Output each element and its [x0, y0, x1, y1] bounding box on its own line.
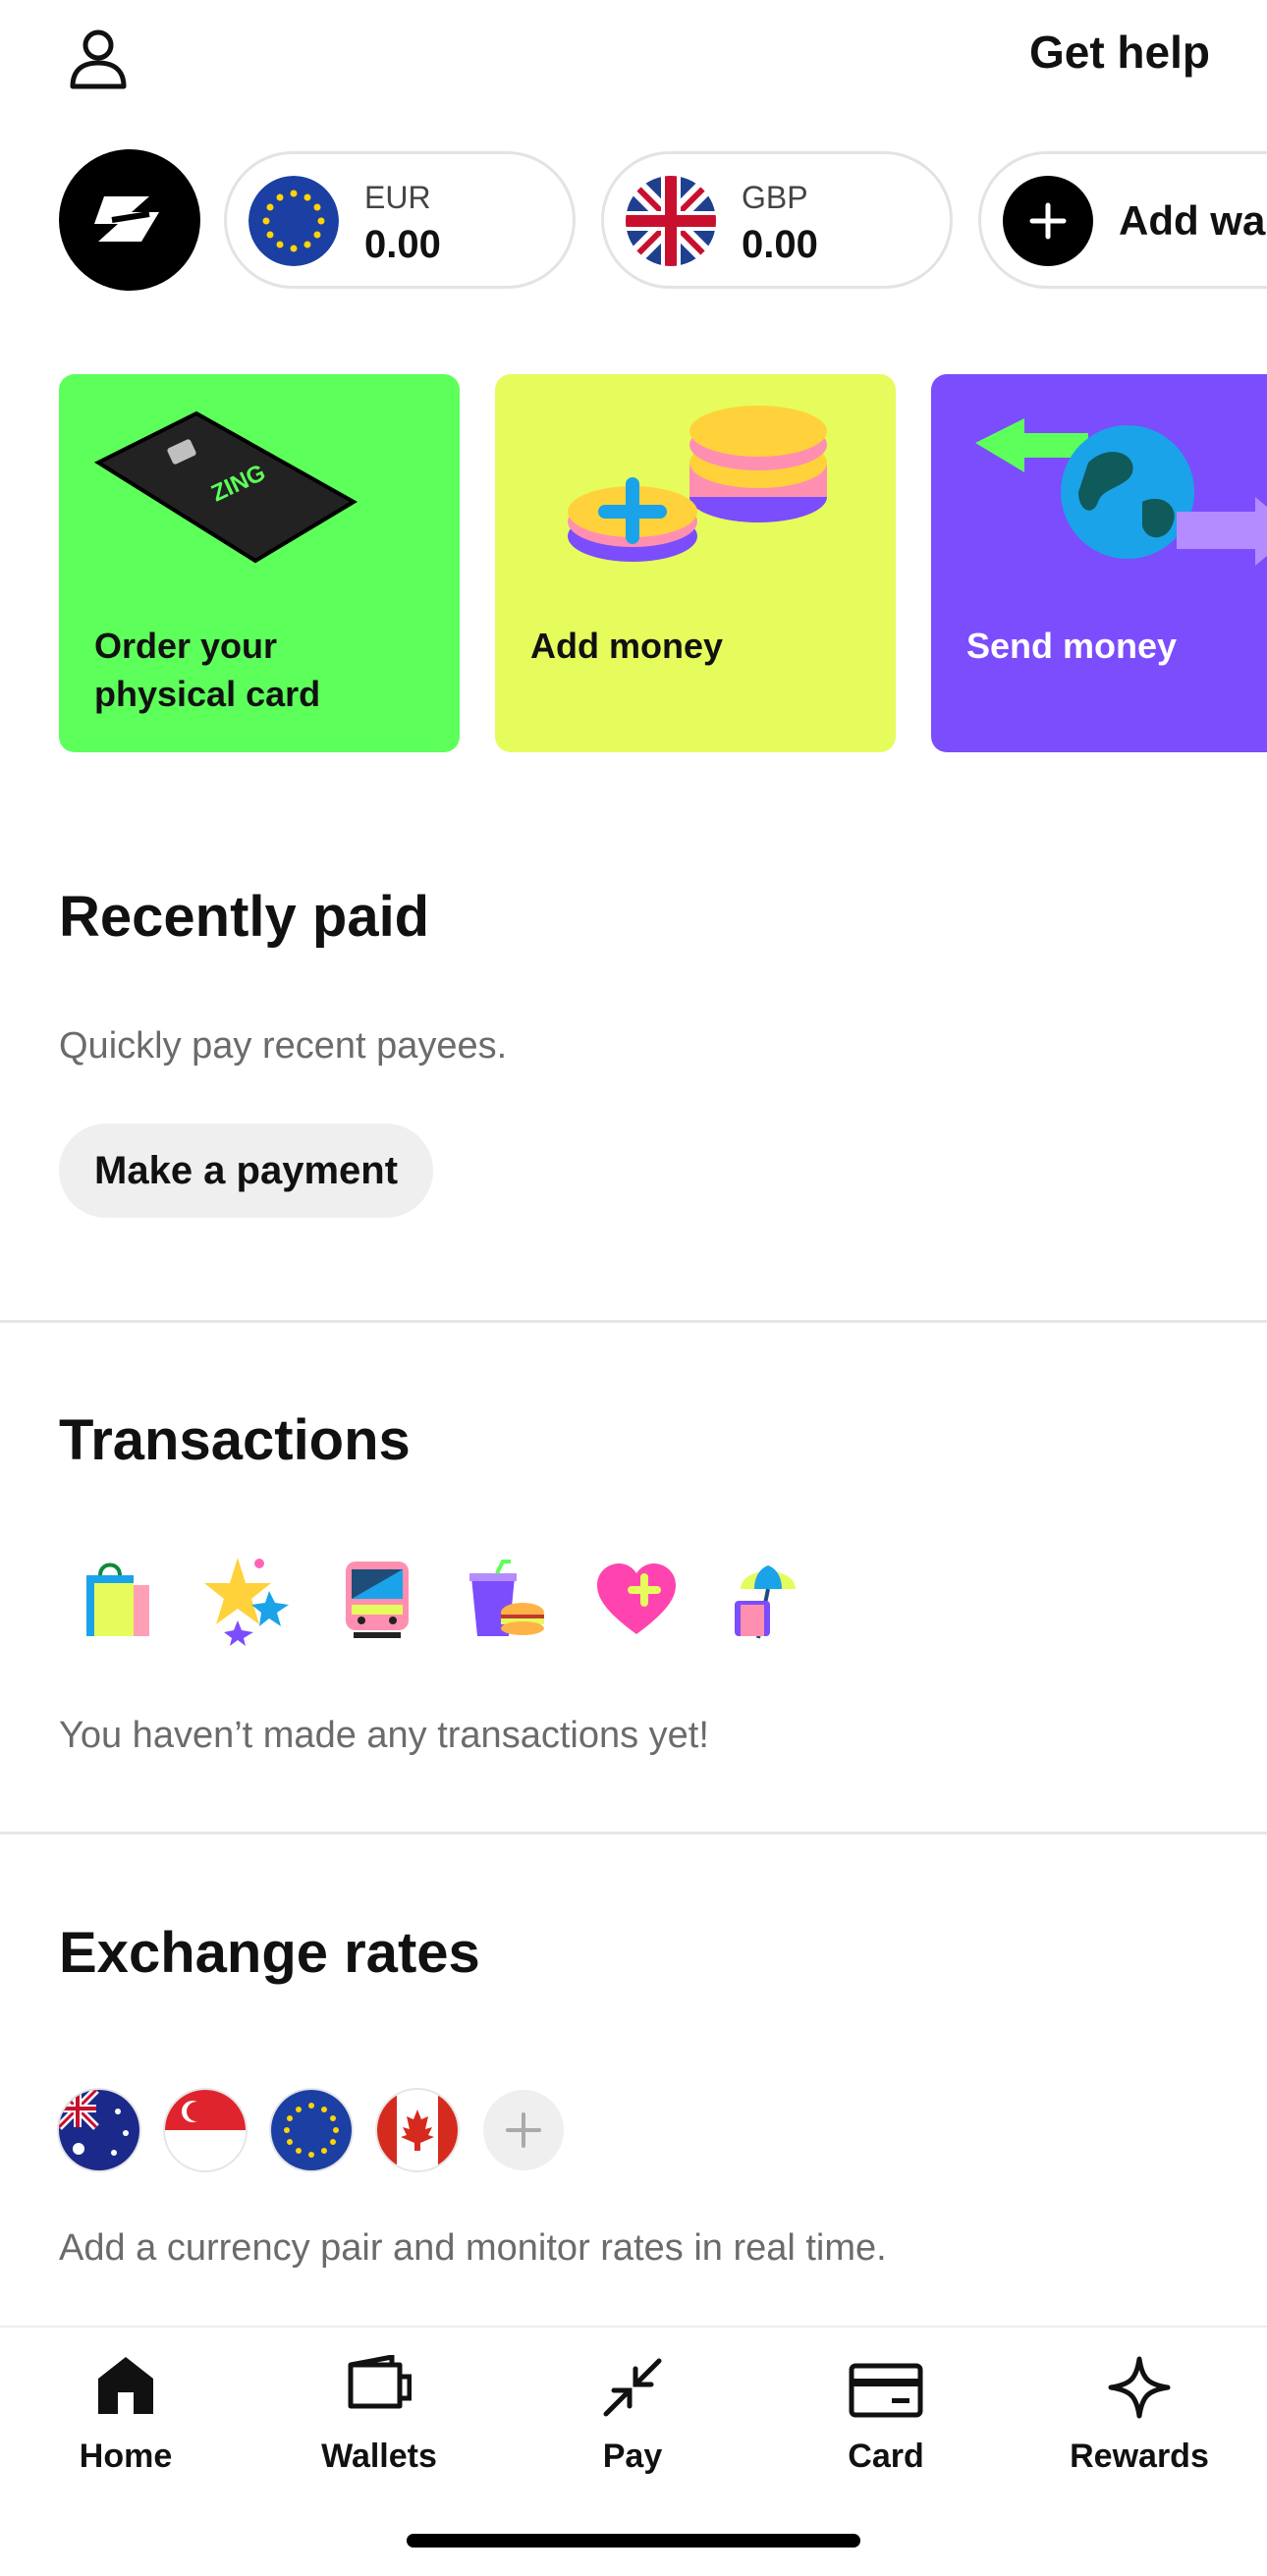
make-payment-button[interactable]: Make a payment	[59, 1124, 434, 1218]
exchange-rates-heading: Exchange rates	[59, 1921, 480, 1985]
wallet-eur[interactable]: EUR 0.00	[224, 151, 576, 289]
wallet-balance: 0.00	[364, 223, 441, 266]
beach-luggage-icon	[731, 1556, 805, 1640]
uk-flag-icon	[626, 176, 716, 266]
pay-arrows-icon	[534, 2355, 731, 2430]
singapore-flag-icon[interactable]	[165, 2090, 246, 2170]
wallet-currency-code: GBP	[742, 180, 808, 215]
shopping-bags-icon	[81, 1556, 155, 1640]
physical-card-illustration: ZING	[93, 411, 358, 564]
zing-logo-icon	[94, 196, 159, 242]
canada-flag-icon[interactable]	[377, 2090, 458, 2170]
exchange-rates-description: Add a currency pair and monitor rates in…	[59, 2227, 887, 2269]
plus-icon	[506, 2112, 541, 2148]
send-money-title: Send money	[966, 626, 1178, 666]
nav-wallets[interactable]: Wallets	[281, 2353, 477, 2476]
zing-logo[interactable]	[59, 149, 200, 291]
globe-arrows-illustration	[975, 418, 1267, 566]
wallet-balance: 0.00	[742, 223, 818, 266]
order-card-title: Order your physical card	[94, 626, 321, 714]
australia-flag-icon[interactable]	[59, 2090, 139, 2170]
nav-card-label: Card	[848, 2438, 924, 2475]
add-wallet-label: Add wallet	[1119, 197, 1267, 244]
person-icon	[70, 29, 127, 89]
transactions-empty-text: You haven’t made any transactions yet!	[59, 1715, 709, 1756]
add-money-title: Add money	[530, 626, 724, 666]
eu-flag-icon	[248, 176, 339, 266]
transactions-heading: Transactions	[59, 1408, 411, 1472]
wallet-currency-code: EUR	[364, 180, 431, 215]
recently-paid-heading: Recently paid	[59, 885, 430, 949]
home-icon	[28, 2355, 224, 2430]
nav-rewards-label: Rewards	[1070, 2438, 1209, 2475]
get-help-link[interactable]: Get help	[1029, 26, 1210, 79]
train-icon	[344, 1560, 411, 1640]
nav-pay[interactable]: Pay	[534, 2355, 731, 2476]
plus-icon	[1003, 176, 1093, 266]
wallet-gbp[interactable]: GBP 0.00	[601, 151, 953, 289]
add-money-tile[interactable]: Add money	[495, 374, 896, 752]
add-currency-pair-button[interactable]	[483, 2090, 564, 2170]
promo-cards-row: ZING Order your physical card Add money …	[0, 374, 1267, 753]
card-icon	[788, 2355, 984, 2430]
send-money-tile[interactable]: Send money	[931, 374, 1267, 752]
wallet-row: EUR 0.00 GBP 0.00 Add wallet	[0, 149, 1267, 293]
eu-flag-icon[interactable]	[271, 2090, 352, 2170]
add-wallet-button[interactable]: Add wallet	[978, 151, 1267, 289]
sparkle-icon	[1041, 2355, 1238, 2430]
food-drink-icon	[468, 1560, 546, 1638]
home-indicator	[407, 2534, 860, 2548]
nav-pay-label: Pay	[602, 2438, 663, 2475]
stars-icon	[198, 1552, 293, 1646]
nav-wallets-label: Wallets	[321, 2438, 437, 2475]
section-divider	[0, 1320, 1267, 1323]
nav-card[interactable]: Card	[788, 2355, 984, 2476]
wallet-icon	[281, 2353, 477, 2430]
order-card-tile[interactable]: ZING Order your physical card	[59, 374, 460, 752]
coins-illustration	[568, 406, 827, 562]
profile-button[interactable]	[59, 20, 138, 98]
nav-rewards[interactable]: Rewards	[1041, 2355, 1238, 2476]
section-divider	[0, 1832, 1267, 1835]
recently-paid-description: Quickly pay recent payees.	[59, 1025, 508, 1067]
heart-plus-icon	[597, 1563, 676, 1636]
nav-home[interactable]: Home	[28, 2355, 224, 2476]
nav-home-label: Home	[79, 2438, 173, 2475]
